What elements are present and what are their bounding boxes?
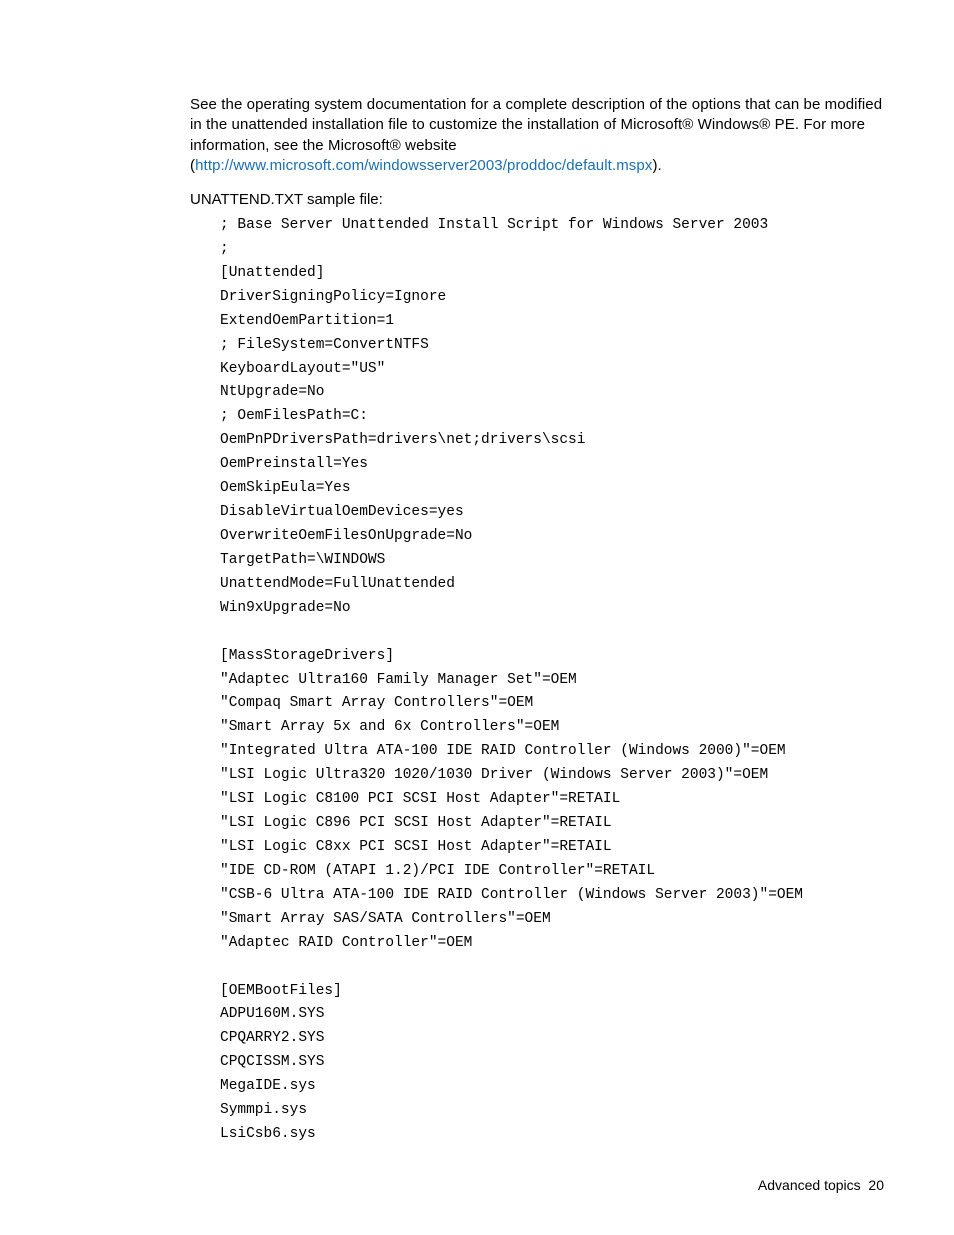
page: See the operating system documentation f… — [0, 0, 954, 1235]
sample-file-label: UNATTEND.TXT sample file: — [190, 191, 884, 208]
microsoft-link[interactable]: http://www.microsoft.com/windowsserver20… — [195, 157, 652, 174]
intro-paragraph: See the operating system documentation f… — [190, 95, 884, 176]
footer-section: Advanced topics — [758, 1177, 861, 1193]
unattend-code-block: ; Base Server Unattended Install Script … — [220, 214, 884, 1147]
footer-page-number: 20 — [868, 1177, 884, 1193]
page-footer: Advanced topics 20 — [758, 1177, 884, 1193]
intro-text-after: ). — [652, 157, 661, 174]
